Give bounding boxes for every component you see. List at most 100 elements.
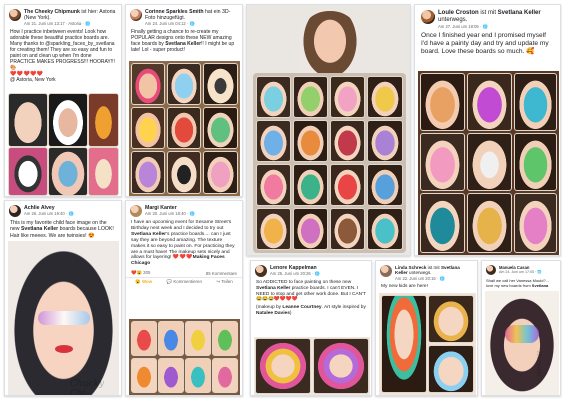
face-board-image — [420, 133, 465, 191]
face-board-image — [131, 107, 165, 149]
avatar[interactable] — [421, 10, 435, 24]
face-board-image — [367, 208, 403, 250]
post-corinne-sparkles: Corinne Sparkles Smith hat ein 3D-Foto h… — [125, 4, 243, 197]
post-meta: Am 26. Juni um 19:40 · 🌐 — [24, 211, 74, 216]
tagged-user[interactable]: Svetlana Keller — [498, 10, 541, 16]
post-loule-croston: Loule Croston ist mit Svetlana Keller un… — [414, 4, 561, 256]
face-board-image — [48, 93, 88, 147]
face-board-image — [131, 358, 157, 393]
face-board-image — [88, 147, 119, 196]
post-author[interactable]: Linda Schreck — [395, 265, 426, 270]
reaction-count[interactable]: 305 — [143, 270, 150, 275]
boards-grid — [253, 73, 406, 253]
face-paint-eyes — [38, 311, 90, 325]
face-board-image — [381, 295, 427, 393]
tagged-user[interactable]: Svetlana Keller — [256, 286, 290, 291]
watermark-signature: Hamstin — [535, 351, 542, 377]
post-cheeky-chipmunk: The Cheeky Chipmunk ist hier: Astoria (N… — [4, 4, 122, 197]
post-author[interactable]: Loule Croston — [438, 10, 479, 16]
face-board-image — [313, 338, 369, 394]
watermark-signature: Chucky Chi — [70, 379, 105, 396]
post-image[interactable] — [129, 319, 240, 395]
post-author-suffix: ist mit — [426, 265, 441, 270]
action-bar: 😮 Wow 💬 Kommentieren ↪ Teilen — [126, 277, 242, 286]
comment-button[interactable]: 💬 Kommentieren — [167, 279, 202, 285]
tagged-user[interactable]: Svetlana Keller — [131, 232, 166, 237]
post-text-e: ) — [289, 310, 292, 316]
avatar[interactable] — [9, 9, 21, 21]
avatar[interactable] — [380, 265, 392, 277]
face-board-image — [203, 107, 238, 149]
face-board-image — [131, 63, 165, 105]
post-meta: Am 20. Juni um 18:40 · 🌐 — [145, 211, 195, 216]
post-image[interactable]: Hamstin — [485, 291, 559, 395]
tagged-user[interactable]: Natalee Davies — [256, 311, 290, 316]
face-board-image — [256, 164, 291, 206]
face-paint-design — [505, 325, 539, 343]
face-board-image — [367, 120, 403, 162]
face-board-image — [293, 120, 328, 162]
avatar[interactable] — [130, 9, 142, 21]
post-margi-kanter: Margi Kanter Am 20. Juni um 18:40 · 🌐 I … — [125, 200, 243, 396]
avatar[interactable] — [255, 265, 267, 277]
post-image[interactable]: Chucky Chi — [8, 241, 119, 395]
face-board-image — [158, 358, 184, 393]
tagged-user[interactable]: Svetlana — [532, 283, 548, 288]
post-image[interactable] — [379, 293, 476, 395]
wow-icon: 😮 — [135, 279, 141, 285]
face-board-image — [367, 76, 403, 118]
post-author-suffix2: unterwegs. — [438, 17, 468, 23]
post-linda-schreck: Linda Schreck ist mit Svetlana Keller un… — [375, 260, 478, 396]
tagged-user[interactable]: Leanne Courtney — [282, 305, 321, 310]
post-meta: Am 25. Juni um 20:26 · 🌐 — [270, 271, 320, 276]
face-board-image — [428, 345, 474, 393]
face-paint-lips — [55, 345, 73, 353]
wow-button[interactable]: 😮 Wow — [135, 279, 152, 285]
face-board-image — [88, 93, 119, 147]
post-image[interactable] — [254, 337, 370, 395]
face-board-image — [185, 321, 211, 356]
post-text: How I practice inbetween events! Look ho… — [10, 29, 115, 71]
avatar[interactable] — [9, 205, 21, 217]
face-board-image — [514, 193, 557, 253]
post-location: @ Astoria, New York — [10, 77, 56, 83]
face-board-image — [330, 76, 365, 118]
face-board-image — [367, 164, 403, 206]
post-meta: Am 24. Juni um 17:05 · 🌐 — [499, 270, 542, 274]
face-board-image — [256, 76, 291, 118]
face-board-image — [256, 120, 291, 162]
face-board-image — [514, 73, 557, 131]
face-board-image — [255, 338, 311, 394]
face-board-image — [8, 93, 48, 147]
face-board-image — [203, 63, 238, 105]
post-image[interactable] — [8, 93, 119, 196]
tagged-user[interactable]: Svetlana Keller — [21, 226, 58, 232]
post-lenore-kappelman: Lenore Kappelman Am 25. Juni um 20:26 · … — [250, 260, 372, 396]
face-board-image — [212, 358, 238, 393]
hearts: ❤️❤️❤️ — [172, 255, 193, 261]
avatar[interactable] — [130, 205, 142, 217]
face-board-image — [420, 193, 465, 253]
avatar[interactable] — [486, 265, 496, 275]
face-board-image — [8, 147, 48, 196]
comment-count[interactable]: 85 Kommentare — [206, 271, 237, 276]
post-image[interactable] — [129, 61, 240, 196]
post-text: My new kids are here! — [381, 283, 428, 289]
featured-photo[interactable] — [246, 4, 411, 256]
face-board-image — [467, 73, 512, 131]
share-button[interactable]: ↪ Teilen — [216, 279, 232, 285]
face-board-image — [330, 120, 365, 162]
face-board-image — [293, 76, 328, 118]
post-text-d: . Art style inspired by — [321, 305, 366, 311]
face-board-image — [330, 208, 365, 250]
face-board-image — [131, 321, 157, 356]
post-meta: Am 27. Juni um 18:05 · 🌐 — [438, 24, 488, 29]
face-board-image — [131, 151, 165, 194]
face-board-image — [167, 151, 201, 194]
post-text-a: I have an upcoming event for Sesame Stre… — [131, 220, 232, 231]
post-author-suffix2: unterwegs. — [407, 270, 432, 276]
post-meta: Am 24. Juni um 04:12 · 🌐 — [145, 21, 195, 26]
face-board-image — [167, 107, 201, 149]
post-image[interactable] — [418, 71, 559, 255]
post-author-suffix: ist mit — [478, 10, 498, 16]
